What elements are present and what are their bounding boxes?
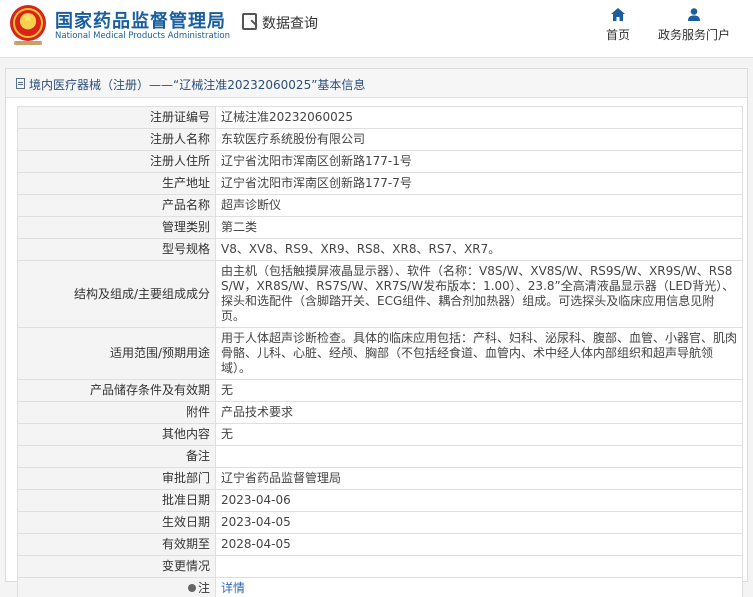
user-icon <box>688 8 700 21</box>
table-row: 产品储存条件及有效期无 <box>17 379 743 402</box>
site-header: ★ 国家药品监督管理局 National Medical Products Ad… <box>0 0 753 58</box>
field-label: 生效日期 <box>17 511 216 534</box>
table-row: 结构及组成/主要组成成分 由主机（包括触摸屏液晶显示器）、软件（名称：V8S/W、… <box>17 260 743 328</box>
field-value: V8、XV8、RS9、XR9、RS8、XR8、RS7、XR7。 <box>215 238 743 261</box>
field-label: 生产地址 <box>17 172 216 195</box>
field-label: 注册人名称 <box>17 128 216 151</box>
field-label: 产品储存条件及有效期 <box>17 379 216 402</box>
field-value: 2023-04-05 <box>215 511 743 534</box>
table-row: 注册证编号 辽械注准20232060025 <box>17 106 743 129</box>
table-row: 生效日期 2023-04-05 <box>17 511 743 534</box>
field-label: 变更情况 <box>17 555 216 578</box>
field-label: 产品名称 <box>17 194 216 217</box>
table-row: 附件 产品技术要求 <box>17 401 743 424</box>
field-value: 辽械注准20232060025 <box>215 106 743 129</box>
data-query-icon <box>242 13 257 30</box>
field-value: 无 <box>215 379 743 402</box>
data-query-label[interactable]: 数据查询 <box>262 13 318 33</box>
brand-name-en: National Medical Products Administration <box>55 31 230 41</box>
field-label: 其他内容 <box>17 423 216 446</box>
device-info-table: 注册证编号 辽械注准20232060025 注册人名称 东软医疗系统股份有限公司 注册人… <box>17 106 743 597</box>
emblem-base <box>14 41 42 45</box>
table-row: 生产地址 辽宁省沈阳市浑南区创新路177-7号 <box>17 172 743 195</box>
table-row: 管理类别 第二类 <box>17 216 743 239</box>
field-value: 辽宁省沈阳市浑南区创新路177-1号 <box>215 150 743 173</box>
details-link[interactable]: 详情 <box>221 581 245 595</box>
nav-home-label: 首页 <box>605 28 630 42</box>
field-value: 2023-04-06 <box>215 489 743 512</box>
field-value: 详情 <box>215 577 743 597</box>
national-emblem-logo: ★ <box>10 5 46 41</box>
note-pin-icon <box>187 584 196 592</box>
table-row: 适用范围/预期用途 用于人体超声诊断检查。具体的临床应用包括：产科、妇科、泌尿科、… <box>17 327 743 380</box>
field-label: 管理类别 <box>17 216 216 239</box>
table-row: 产品名称 超声诊断仪 <box>17 194 743 217</box>
field-label: 型号规格 <box>17 238 216 261</box>
field-label: 审批部门 <box>17 467 216 490</box>
field-label: 注 <box>17 577 216 597</box>
field-value: 东软医疗系统股份有限公司 <box>215 128 743 151</box>
table-row-note: 注详情 <box>17 577 743 597</box>
nav-gov-services[interactable]: 政务服务门户 <box>652 8 736 44</box>
field-value: 用于人体超声诊断检查。具体的临床应用包括：产科、妇科、泌尿科、腹部、血管、小器官… <box>215 327 743 380</box>
field-value: 无 <box>215 423 743 446</box>
field-value: 超声诊断仪 <box>215 194 743 217</box>
field-value: 2028-04-05 <box>215 533 743 556</box>
field-value: 产品技术要求 <box>215 401 743 424</box>
field-value <box>215 445 743 468</box>
detail-panel: 境内医疗器械（注册）——“辽械注准20232060025”基本信息 注册证编号辽… <box>5 68 748 597</box>
table-row: 备注 <box>17 445 743 468</box>
nav-home[interactable]: 首页 <box>600 8 636 44</box>
field-label: 适用范围/预期用途 <box>17 327 216 380</box>
field-value: 由主机（包括触摸屏液晶显示器）、软件（名称：V8S/W、XV8S/W、RS9S/… <box>215 260 743 328</box>
field-label: 结构及组成/主要组成成分 <box>17 260 216 328</box>
page-title: 境内医疗器械（注册）——“辽械注准20232060025”基本信息 <box>29 78 366 92</box>
table-row: 有效期至 2028-04-05 <box>17 533 743 556</box>
table-row: 批准日期 2023-04-06 <box>17 489 743 512</box>
panel-title-bar: 境内医疗器械（注册）——“辽械注准20232060025”基本信息 <box>6 69 747 98</box>
field-label: 附件 <box>17 401 216 424</box>
field-value: 辽宁省药品监督管理局 <box>215 467 743 490</box>
brand-name-cn[interactable]: 国家药品监督管理局 <box>55 7 226 33</box>
table-row: 注册人住所 辽宁省沈阳市浑南区创新路177-1号 <box>17 150 743 173</box>
document-icon <box>16 78 25 89</box>
field-label: 注册证编号 <box>17 106 216 129</box>
table-row: 变更情况 <box>17 555 743 578</box>
field-label: 注册人住所 <box>17 150 216 173</box>
field-value: 第二类 <box>215 216 743 239</box>
field-label: 有效期至 <box>17 533 216 556</box>
field-label: 备注 <box>17 445 216 468</box>
table-row: 审批部门 辽宁省药品监督管理局 <box>17 467 743 490</box>
note-label: 注 <box>197 581 210 595</box>
field-value: 辽宁省沈阳市浑南区创新路177-7号 <box>215 172 743 195</box>
home-icon <box>611 8 625 21</box>
field-value <box>215 555 743 578</box>
table-row: 型号规格 V8、XV8、RS9、XR9、RS8、XR8、RS7、XR7。 <box>17 238 743 261</box>
nav-gov-label: 政务服务门户 <box>657 28 730 42</box>
field-label: 批准日期 <box>17 489 216 512</box>
table-row: 其他内容无 <box>17 423 743 446</box>
table-row: 注册人名称 东软医疗系统股份有限公司 <box>17 128 743 151</box>
